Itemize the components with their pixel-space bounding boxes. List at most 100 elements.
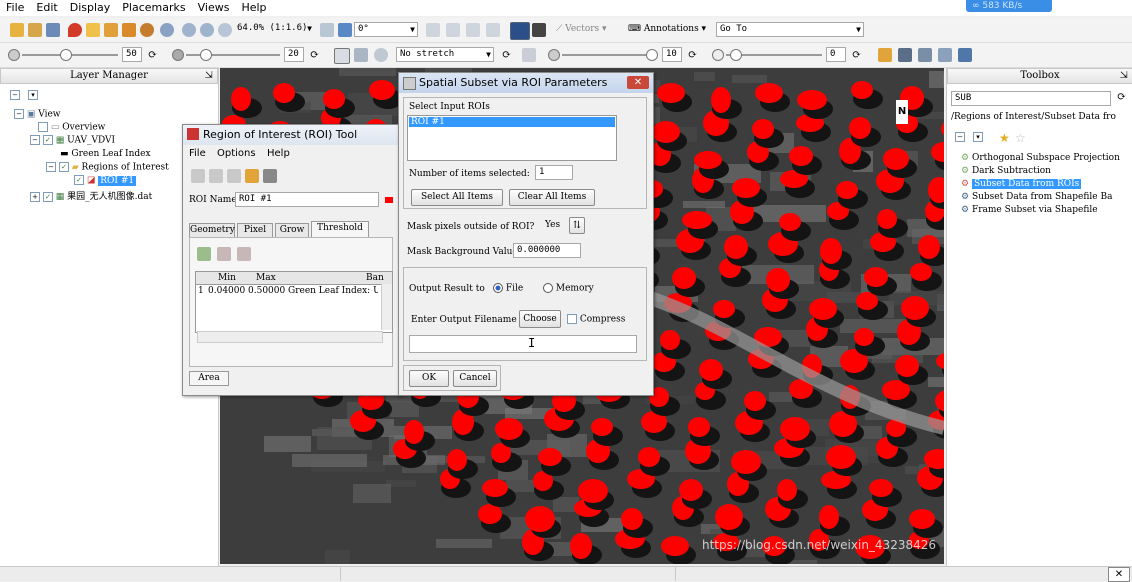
open-folder-icon[interactable] (10, 23, 24, 37)
pin-icon[interactable] (68, 23, 82, 37)
select-all-button[interactable]: Select All Items (411, 189, 503, 206)
output-file-radio[interactable]: File (493, 283, 523, 294)
reset-sharpen-icon[interactable]: ⟳ (688, 48, 697, 61)
favorite-star-icon[interactable]: ★ (999, 131, 1010, 145)
refresh-icon[interactable]: ⟳ (1117, 90, 1126, 103)
menu-help[interactable]: Help (235, 0, 272, 16)
transparency-value-field[interactable]: 0 (826, 47, 846, 62)
remove-threshold-icon[interactable] (217, 247, 231, 261)
toolbox-item-frame-subset[interactable]: ⚙ Frame Subset via Shapefile (961, 205, 1098, 215)
roi-stats-icon[interactable] (263, 169, 277, 183)
tree-item-overview[interactable]: ▭ Overview (38, 122, 105, 133)
contrast-value-field[interactable]: 20 (284, 47, 304, 62)
one-view-icon[interactable] (898, 48, 912, 62)
table-cell-max[interactable]: 0.50000 (248, 286, 285, 296)
ok-button[interactable]: OK (409, 370, 449, 387)
zoom-out-icon[interactable] (200, 23, 214, 37)
rotate-icon[interactable] (140, 23, 154, 37)
reset-contrast-icon[interactable]: ⟳ (310, 48, 319, 61)
table-vertical-scrollbar[interactable] (381, 284, 392, 330)
tree-item-view[interactable]: − ▣ View (14, 109, 61, 120)
roi-list-item[interactable]: ROI #1 (409, 117, 615, 127)
roi-tool-icon[interactable] (510, 22, 530, 40)
tab-pixel[interactable]: Pixel (237, 223, 273, 238)
roi-menu-file[interactable]: File (189, 148, 206, 159)
stretch-dropdown[interactable]: No stretch ▼ (396, 47, 494, 62)
tree-item-orchard-image[interactable]: + ✓ ▦ 果园_无人机图像.dat (30, 189, 152, 202)
roi-menu-help[interactable]: Help (267, 148, 290, 159)
zoom-icon[interactable] (160, 23, 174, 37)
tab-geometry[interactable]: Geometry (189, 223, 235, 238)
table-cell-min[interactable]: 0.04000 (208, 286, 245, 296)
reset-transparency-icon[interactable]: ⟳ (852, 48, 861, 61)
toolbox-search-input[interactable]: SUB (951, 91, 1111, 106)
transparency-slider-knob[interactable] (730, 49, 742, 61)
new-roi-icon[interactable] (191, 169, 205, 183)
view-layout-icon[interactable] (958, 48, 972, 62)
menu-display[interactable]: Display (64, 0, 117, 16)
rotate-left-icon[interactable] (320, 23, 334, 37)
pin-panel-icon[interactable]: ⇲ (1120, 69, 1128, 83)
toolbox-item-subset-rois[interactable]: ⚙ Subset Data from ROIs (961, 179, 1082, 189)
toggle-mask-button[interactable]: ⇅ (569, 217, 585, 234)
expand-toolbox-icon[interactable]: ▾ (973, 132, 983, 143)
annotations-menu[interactable]: ⌨ Annotations ▾ (628, 24, 706, 34)
roi-color-swatch[interactable] (385, 197, 393, 203)
collapse-all-icon[interactable]: ▾ (28, 90, 38, 101)
compress-checkbox[interactable]: Compress (567, 314, 625, 325)
zoom-dropdown[interactable]: 64.0% (1:1.6) ▼ (234, 22, 314, 37)
goto-field[interactable]: Go To ▼ (716, 22, 864, 37)
expand-all-icon[interactable]: − (10, 90, 20, 101)
toolbox-item-subset-shapefile[interactable]: ⚙ Subset Data from Shapefile Ba (961, 192, 1112, 202)
output-memory-radio[interactable]: Memory (543, 283, 594, 294)
sharpen-value-field[interactable]: 10 (662, 47, 682, 62)
menu-placemarks[interactable]: Placemarks (116, 0, 191, 16)
menu-views[interactable]: Views (192, 0, 236, 16)
toolbox-item-osp[interactable]: ⚙ Orthogonal Subspace Projection (961, 153, 1120, 163)
display-chart-icon[interactable] (878, 48, 892, 62)
menu-file[interactable]: File (0, 0, 30, 16)
stretch-settings-icon[interactable] (374, 48, 388, 62)
reset-stretch-icon[interactable]: ⟳ (502, 48, 511, 61)
sharpen-slider[interactable] (562, 54, 658, 56)
choose-button[interactable]: Choose (519, 310, 561, 328)
brightness-value-field[interactable]: 50 (122, 47, 142, 62)
roi-properties-icon[interactable] (245, 169, 259, 183)
tree-item-uav-vdvi[interactable]: − ✓ ▦ UAV_VDVI (30, 135, 115, 146)
rotation-dropdown[interactable]: 0° ▼ (354, 22, 418, 37)
delete-roi-icon[interactable] (227, 169, 241, 183)
layer-icon[interactable] (46, 23, 60, 37)
mask-background-input[interactable]: 0.000000 (513, 243, 581, 258)
rotate-right-icon[interactable] (338, 23, 352, 37)
vectors-menu[interactable]: ⟋ Vectors ▾ (556, 24, 607, 34)
edit-roi-icon[interactable] (209, 169, 223, 183)
zoom-in-icon[interactable] (182, 23, 196, 37)
edit-icon[interactable] (486, 23, 500, 37)
tab-grow[interactable]: Grow (275, 223, 309, 238)
roi-menu-options[interactable]: Options (217, 148, 256, 159)
tree-item-regions-of-interest[interactable]: − ✓ ▰ Regions of Interest (46, 162, 169, 173)
add-threshold-icon[interactable] (197, 247, 211, 261)
menu-edit[interactable]: Edit (30, 0, 63, 16)
fly-icon[interactable] (122, 23, 136, 37)
flicker-icon[interactable] (426, 23, 440, 37)
chart-icon[interactable] (466, 23, 480, 37)
close-button[interactable]: ✕ (627, 76, 649, 89)
tree-item-roi-1[interactable]: ✓ ◪ ROI #1 (74, 175, 137, 186)
collapse-toolbox-icon[interactable]: − (955, 132, 965, 143)
sharpen-slider-knob[interactable] (646, 49, 658, 61)
pin-panel-icon[interactable]: ⇲ (205, 69, 213, 83)
tree-item-green-leaf-index[interactable]: ▬ Green Leaf Index (60, 149, 151, 159)
cursor-icon[interactable] (86, 23, 100, 37)
toolbox-item-dark-subtraction[interactable]: ⚙ Dark Subtraction (961, 166, 1051, 176)
cancel-button[interactable]: Cancel (453, 370, 497, 387)
histogram-icon[interactable] (354, 48, 368, 62)
table-cell-band[interactable]: Green Leaf Index: U (288, 286, 378, 296)
pan-hand-icon[interactable] (104, 23, 118, 37)
reset-brightness-icon[interactable]: ⟳ (148, 48, 157, 61)
zoom-extent-icon[interactable] (218, 23, 232, 37)
swipe-icon[interactable] (446, 23, 460, 37)
contrast-slider-knob[interactable] (200, 49, 212, 61)
clear-all-button[interactable]: Clear All Items (509, 189, 595, 206)
two-views-icon[interactable] (918, 48, 932, 62)
